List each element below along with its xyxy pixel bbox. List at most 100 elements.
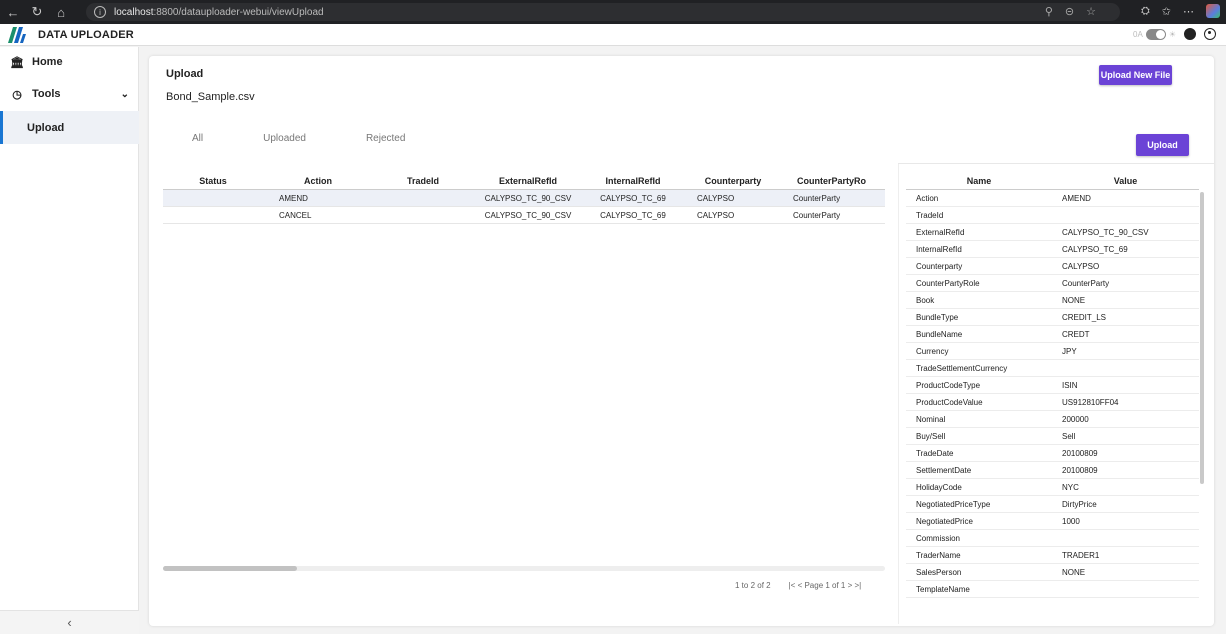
upload-card: Upload Bond_Sample.csv Upload New File U… <box>149 56 1214 626</box>
favorites-icon[interactable]: ✩ <box>1162 5 1171 18</box>
column-header-value[interactable]: Value <box>1052 176 1199 186</box>
detail-row[interactable]: Action AMEND <box>906 190 1199 207</box>
tab-all[interactable]: All <box>192 133 203 144</box>
cell-counterparty: CALYPSO <box>697 193 735 203</box>
scrollbar-thumb[interactable] <box>163 566 297 571</box>
column-header-action[interactable]: Action <box>263 176 373 186</box>
copilot-icon[interactable] <box>1206 4 1220 18</box>
vertical-scrollbar[interactable] <box>1200 192 1204 484</box>
theme-toggle[interactable]: 0A ☀ <box>1133 28 1176 40</box>
url-path: :8800/datauploader-webui/viewUpload <box>153 6 324 18</box>
detail-row[interactable]: Buy/Sell Sell <box>906 428 1199 445</box>
detail-row[interactable]: Commission <box>906 530 1199 547</box>
pagination-range: 1 to 2 of 2 <box>735 581 771 590</box>
divider <box>898 164 899 624</box>
detail-field-name: CounterPartyRole <box>916 278 980 288</box>
address-bar[interactable]: i localhost:8800/datauploader-webui/view… <box>86 3 1120 21</box>
detail-row[interactable]: BundleType CREDIT_LS <box>906 309 1199 326</box>
detail-row[interactable]: BundleName CREDT <box>906 326 1199 343</box>
detail-row[interactable]: TradeSettlementCurrency <box>906 360 1199 377</box>
column-header-internalrefid[interactable]: InternalRefId <box>583 176 683 186</box>
detail-row[interactable]: ProductCodeType ISIN <box>906 377 1199 394</box>
bank-icon: 🏛 <box>10 56 24 69</box>
sidebar: 🏛 Home ◷ Tools ⌄ Upload ‹ <box>0 47 139 634</box>
detail-row[interactable]: Currency JPY <box>906 343 1199 360</box>
reload-icon[interactable]: ↻ <box>26 1 48 23</box>
app-title: DATA UPLOADER <box>38 28 134 41</box>
sidebar-item-home[interactable]: 🏛 Home <box>0 47 139 77</box>
detail-row[interactable]: NegotiatedPrice 1000 <box>906 513 1199 530</box>
column-header-counterpartyrole[interactable]: CounterPartyRo <box>783 176 885 186</box>
user-account-icon[interactable] <box>1204 28 1216 40</box>
cell-counterpartyrole: CounterParty <box>793 210 841 220</box>
detail-row[interactable]: HolidayCode NYC <box>906 479 1199 496</box>
favorite-star-icon[interactable]: ☆ <box>1086 5 1096 18</box>
menu-dots-icon[interactable]: ⋯ <box>1183 5 1194 18</box>
detail-row[interactable]: InternalRefId CALYPSO_TC_69 <box>906 241 1199 258</box>
browser-toolbar: ← ↻ ⌂ i localhost:8800/datauploader-webu… <box>0 0 1226 24</box>
detail-row[interactable]: SettlementDate 20100809 <box>906 462 1199 479</box>
column-header-status[interactable]: Status <box>163 176 263 186</box>
home-icon[interactable]: ⌂ <box>50 1 72 23</box>
detail-field-name: Buy/Sell <box>916 431 946 441</box>
table-row[interactable]: AMEND CALYPSO_TC_90_CSV CALYPSO_TC_69 CA… <box>163 190 885 207</box>
detail-row[interactable]: TraderName TRADER1 <box>906 547 1199 564</box>
upload-new-file-button[interactable]: Upload New File <box>1099 65 1172 85</box>
chevron-down-icon[interactable]: ⌄ <box>121 89 129 100</box>
collapse-sidebar-button[interactable]: ‹ <box>0 610 139 634</box>
sidebar-item-upload[interactable]: Upload <box>0 111 139 144</box>
upload-grid: Status Action TradeId ExternalRefId Inte… <box>163 173 885 573</box>
column-header-counterparty[interactable]: Counterparty <box>683 176 783 186</box>
detail-row[interactable]: ExternalRefId CALYPSO_TC_90_CSV <box>906 224 1199 241</box>
cell-externalrefid: CALYPSO_TC_90_CSV <box>484 210 572 220</box>
cell-counterpartyrole: CounterParty <box>793 193 841 203</box>
detail-field-name: Book <box>916 295 935 305</box>
globe-icon[interactable] <box>1184 28 1196 40</box>
detail-row[interactable]: TemplateName <box>906 581 1199 598</box>
table-row[interactable]: CANCEL CALYPSO_TC_90_CSV CALYPSO_TC_69 C… <box>163 207 885 224</box>
column-header-tradeid[interactable]: TradeId <box>373 176 473 186</box>
detail-field-name: ProductCodeValue <box>916 397 983 407</box>
upload-button[interactable]: Upload <box>1136 134 1189 156</box>
detail-field-value: CALYPSO_TC_69 <box>1062 244 1128 254</box>
horizontal-scrollbar[interactable] <box>163 566 885 571</box>
app-header: DATA UPLOADER 0A ☀ <box>0 24 1226 46</box>
detail-field-value: US912810FF04 <box>1062 397 1119 407</box>
detail-row[interactable]: TradeDate 20100809 <box>906 445 1199 462</box>
detail-field-name: BundleType <box>916 312 959 322</box>
filter-tabs: All Uploaded Rejected <box>192 133 465 144</box>
toggle-switch[interactable] <box>1145 28 1166 40</box>
pagination-controls[interactable]: |< < Page 1 of 1 > >| <box>789 581 862 590</box>
cell-counterparty: CALYPSO <box>697 210 735 220</box>
sidebar-item-label: Upload <box>27 121 65 134</box>
info-icon[interactable]: i <box>94 6 106 18</box>
detail-field-value: CREDT <box>1062 329 1090 339</box>
column-header-externalrefid[interactable]: ExternalRefId <box>473 176 583 186</box>
detail-row[interactable]: Nominal 200000 <box>906 411 1199 428</box>
tab-uploaded[interactable]: Uploaded <box>263 133 306 144</box>
detail-row[interactable]: Book NONE <box>906 292 1199 309</box>
column-header-name[interactable]: Name <box>906 176 1052 186</box>
detail-field-value: 200000 <box>1062 414 1089 424</box>
detail-field-value: Sell <box>1062 431 1076 441</box>
detail-row[interactable]: NegotiatedPriceType DirtyPrice <box>906 496 1199 513</box>
more-icon[interactable]: ⊝ <box>1065 5 1074 18</box>
detail-field-name: TemplateName <box>916 584 970 594</box>
detail-row[interactable]: Counterparty CALYPSO <box>906 258 1199 275</box>
sidebar-item-tools[interactable]: ◷ Tools ⌄ <box>0 79 139 109</box>
detail-row[interactable]: SalesPerson NONE <box>906 564 1199 581</box>
detail-field-name: TraderName <box>916 550 961 560</box>
cell-externalrefid: CALYPSO_TC_90_CSV <box>484 193 572 203</box>
back-arrow-icon[interactable]: ← <box>2 1 24 23</box>
detail-row[interactable]: CounterPartyRole CounterParty <box>906 275 1199 292</box>
detail-field-value: 20100809 <box>1062 448 1098 458</box>
tools-icon: ◷ <box>12 88 22 101</box>
search-icon[interactable]: ⚲ <box>1045 5 1053 18</box>
detail-field-value: JPY <box>1062 346 1077 356</box>
detail-row[interactable]: ProductCodeValue US912810FF04 <box>906 394 1199 411</box>
detail-field-value: CALYPSO_TC_90_CSV <box>1062 227 1149 237</box>
tab-rejected[interactable]: Rejected <box>366 133 405 144</box>
detail-field-name: TradeDate <box>916 448 954 458</box>
detail-row[interactable]: TradeId <box>906 207 1199 224</box>
extensions-icon[interactable]: ⛭ <box>1141 5 1150 18</box>
